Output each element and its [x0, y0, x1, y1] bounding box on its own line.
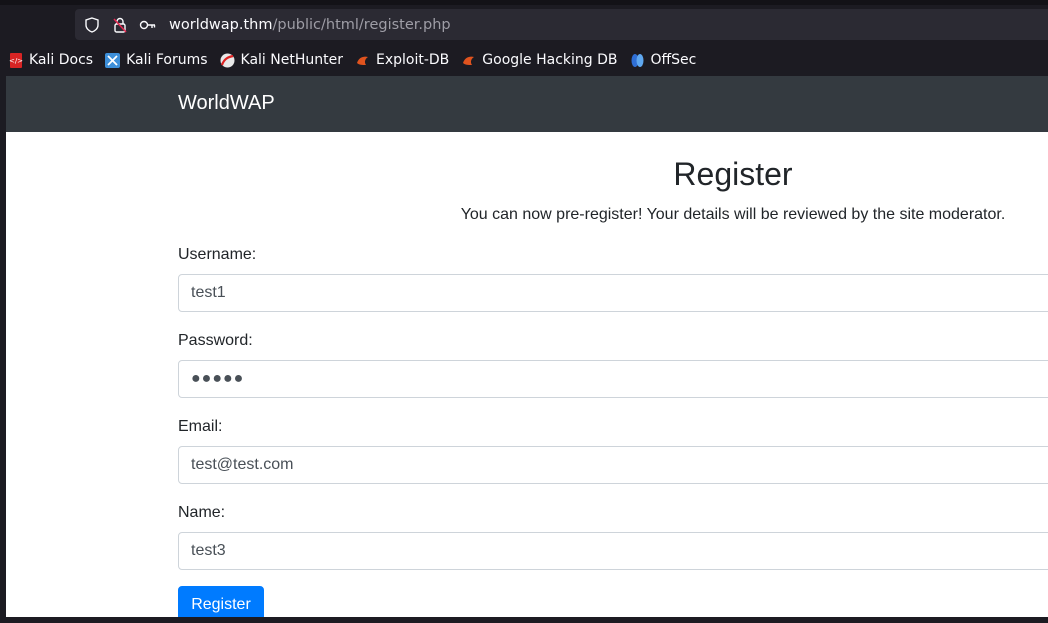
window-edge [0, 0, 1048, 5]
bookmark-google-hacking-db[interactable]: Google Hacking DB [461, 52, 618, 68]
kali-forums-icon [105, 52, 121, 68]
browser-chrome: worldwap.thm/public/html/register.php </… [0, 0, 1048, 76]
bookmark-label: Exploit-DB [375, 52, 450, 68]
bookmark-label: Kali NetHunter [240, 52, 343, 68]
email-input[interactable] [178, 446, 1048, 484]
window-frame-bottom [0, 617, 1048, 623]
email-label: Email: [178, 418, 223, 435]
bookmark-exploit-db[interactable]: Exploit-DB [355, 52, 449, 68]
url-path: /public/html/register.php [272, 16, 451, 33]
kali-docs-icon: </> [8, 52, 23, 68]
name-label: Name: [178, 504, 226, 521]
bookmark-label: Kali Forums [126, 52, 208, 68]
insecure-lock-icon[interactable] [111, 16, 129, 34]
username-label: Username: [178, 246, 257, 263]
site-navbar: WorldWAP [6, 76, 1048, 132]
bookmark-kali-nethunter[interactable]: Kali NetHunter [220, 52, 343, 68]
password-label: Password: [178, 332, 253, 349]
bookmark-label: OffSec [650, 52, 697, 68]
url-host: worldwap.thm [169, 16, 273, 33]
bookmarks-toolbar: </> Kali Docs Kali Forums Kali NetHunter… [8, 48, 708, 72]
page-viewport: WorldWAP Register You can now pre-regist… [6, 76, 1048, 617]
bookmark-offsec[interactable]: OffSec [630, 52, 697, 68]
key-icon[interactable] [139, 16, 157, 34]
kali-nethunter-icon [220, 53, 235, 68]
bookmark-kali-docs[interactable]: </> Kali Docs [8, 52, 94, 68]
svg-text:</>: </> [9, 57, 23, 65]
google-hacking-db-icon [461, 53, 476, 68]
register-button[interactable]: Register [178, 586, 264, 617]
offsec-icon [630, 53, 645, 68]
password-input[interactable] [178, 360, 1048, 398]
bookmark-label: Google Hacking DB [482, 52, 618, 68]
shield-icon[interactable] [83, 16, 101, 34]
exploit-db-icon [355, 53, 370, 68]
url-text[interactable]: worldwap.thm/public/html/register.php [169, 17, 451, 33]
site-brand[interactable]: WorldWAP [178, 92, 275, 115]
address-bar[interactable]: worldwap.thm/public/html/register.php [75, 9, 1048, 40]
username-input[interactable] [178, 274, 1048, 312]
page-title: Register [673, 156, 793, 192]
name-input[interactable] [178, 532, 1048, 570]
page-subtitle: You can now pre-register! Your details w… [460, 206, 1006, 223]
bookmark-label: Kali Docs [29, 52, 94, 68]
bookmark-kali-forums[interactable]: Kali Forums [105, 52, 208, 68]
